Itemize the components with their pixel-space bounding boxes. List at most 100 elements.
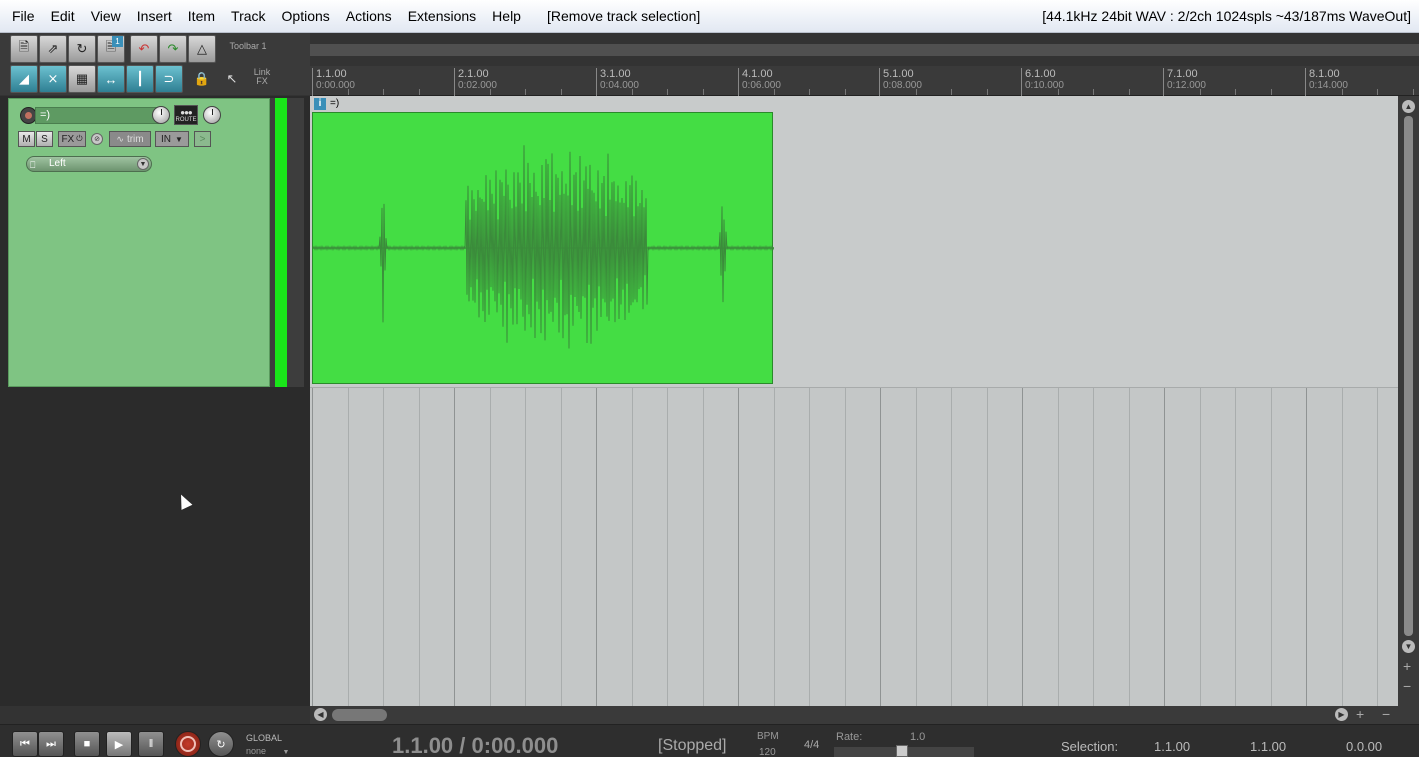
ruler-tick — [1341, 89, 1343, 95]
menu-item[interactable]: Item — [180, 0, 223, 33]
global-mode-value: none — [246, 746, 267, 756]
ruler-tick — [915, 89, 917, 95]
main-toolbar: 🗎 ⇗ ↻ 🗎 1 ↶ ↷ △ Toolbar 1 ◢ ⨯ ▦ ↔ ┃ ⊃ 🔒 … — [0, 33, 310, 95]
last-action-status: [Remove track selection] — [546, 8, 701, 24]
global-automation-mode[interactable]: none ▼ — [246, 746, 289, 756]
new-project-icon[interactable]: 🗎 — [10, 35, 38, 63]
ruler-tick — [702, 89, 704, 95]
fx-button[interactable]: FX ⏻ — [58, 131, 86, 147]
time-position-display[interactable]: 1.1.00 / 0:00.000 — [392, 733, 558, 757]
menu-extensions[interactable]: Extensions — [400, 0, 484, 33]
ruler-tick — [1199, 89, 1201, 95]
stop-icon[interactable]: ■ — [74, 731, 100, 757]
phase-icon[interactable]: ⊘ — [91, 133, 103, 145]
loop-points-icon[interactable]: ⊃ — [155, 65, 183, 93]
menu-track[interactable]: Track — [223, 0, 273, 33]
item-info-icon[interactable]: i — [314, 98, 326, 110]
play-icon[interactable]: ▶ — [106, 731, 132, 757]
ruler-tick — [383, 89, 384, 95]
input-label: IN — [161, 133, 172, 145]
scroll-left-icon[interactable]: ◀ — [314, 708, 327, 721]
horizontal-scroll-thumb[interactable] — [332, 709, 387, 721]
ruler-tick — [418, 89, 420, 95]
item-name: =) — [330, 98, 340, 109]
scroll-up-icon[interactable]: ▲ — [1402, 100, 1415, 113]
project-settings-icon[interactable]: 🗎 1 — [97, 35, 125, 63]
pan-knob[interactable] — [203, 106, 221, 124]
ruler-tick — [1057, 89, 1059, 95]
ruler-tick — [489, 89, 491, 95]
track-meter-strip — [290, 98, 304, 387]
waveform — [313, 145, 774, 349]
selection-end[interactable]: 1.1.00 — [1250, 739, 1286, 754]
ruler-tick — [773, 89, 775, 95]
undo-icon[interactable]: ↶ — [130, 35, 158, 63]
volume-knob[interactable] — [152, 106, 170, 124]
zoom-out-horizontal-icon[interactable]: − — [1382, 706, 1390, 722]
auto-crossfade-icon[interactable]: ↔ — [97, 65, 125, 93]
redo-icon[interactable]: ↷ — [159, 35, 187, 63]
menu-file[interactable]: File — [0, 0, 43, 33]
open-project-icon[interactable]: ⇗ — [39, 35, 67, 63]
bpm-value[interactable]: 120 — [759, 747, 776, 757]
zoom-out-vertical-icon[interactable]: − — [1403, 678, 1411, 694]
arrange-view[interactable]: i =) — [310, 96, 1398, 706]
timeline-scroll-bar[interactable] — [310, 44, 1419, 56]
vertical-scrollbar[interactable]: ▲ ▼ + − — [1398, 96, 1419, 706]
timeline-ruler[interactable]: 1.1.00 0:00.000 2.1.00 0:02.000 3.1.00 0:04… — [310, 66, 1419, 96]
menu-options[interactable]: Options — [274, 0, 338, 33]
global-automation-label[interactable]: GLOBAL — [246, 733, 282, 743]
input-button[interactable]: IN ▼ — [155, 131, 189, 147]
monitor-button[interactable]: > — [194, 131, 211, 147]
mute-button[interactable]: M — [18, 131, 35, 147]
ruler-tick — [560, 89, 562, 95]
selection-length[interactable]: 0.0.00 — [1346, 739, 1382, 754]
zoom-in-horizontal-icon[interactable]: + — [1356, 706, 1364, 722]
channel-select[interactable]: ⎕ Left ▼ — [26, 156, 152, 172]
ruler-tick — [986, 89, 988, 95]
track-panel[interactable]: =) ●●● ROUTE M S FX ⏻ ⊘ ∿ trim IN ▼ > ⎕ … — [8, 98, 270, 387]
time-signature[interactable]: 4/4 — [804, 739, 819, 751]
solo-button[interactable]: S — [36, 131, 53, 147]
fx-power-icon: ⏻ — [76, 134, 83, 143]
menu-actions[interactable]: Actions — [338, 0, 400, 33]
automation-trim-button[interactable]: ∿ trim — [109, 131, 151, 147]
menu-help[interactable]: Help — [484, 0, 529, 33]
zoom-in-vertical-icon[interactable]: + — [1403, 658, 1411, 674]
save-project-icon[interactable]: ↻ — [68, 35, 96, 63]
snap-grid-icon[interactable]: ◢ — [10, 65, 38, 93]
rate-slider[interactable] — [834, 745, 974, 757]
audio-device-info[interactable]: [44.1kHz 24bit WAV : 2/2ch 1024spls ~43/… — [1042, 0, 1411, 33]
trim-label: trim — [126, 133, 144, 145]
lock-icon[interactable]: 🔒 — [188, 65, 216, 93]
rate-value[interactable]: 1.0 — [910, 731, 925, 743]
go-to-end-icon[interactable]: ⏭ — [38, 731, 64, 757]
vertical-scroll-thumb[interactable] — [1404, 116, 1413, 636]
chevron-down-icon: ▼ — [282, 749, 290, 756]
media-item[interactable] — [312, 112, 774, 384]
scroll-down-icon[interactable]: ▼ — [1402, 640, 1415, 653]
rate-slider-thumb[interactable] — [896, 745, 908, 757]
channel-icon: ⎕ — [30, 160, 36, 170]
input-dropdown-icon: ▼ — [175, 134, 183, 144]
horizontal-scrollbar[interactable]: ◀ ▶ + − — [310, 706, 1419, 724]
menu-edit[interactable]: Edit — [43, 0, 83, 33]
rate-label: Rate: — [836, 731, 863, 743]
go-to-start-icon[interactable]: ⏮ — [12, 731, 38, 757]
track-name-field[interactable]: =) — [35, 107, 159, 124]
metronome-icon[interactable]: △ — [188, 35, 216, 63]
menu-insert[interactable]: Insert — [129, 0, 180, 33]
pause-icon[interactable]: ‖ — [138, 731, 164, 757]
selection-start[interactable]: 1.1.00 — [1154, 739, 1190, 754]
link-fx-label[interactable]: Link FX — [248, 68, 276, 86]
grouping-icon[interactable]: ▦ — [68, 65, 96, 93]
ripple-edit-icon[interactable]: ⨯ — [39, 65, 67, 93]
repeat-icon[interactable]: ↻ — [208, 731, 234, 757]
menu-view[interactable]: View — [83, 0, 129, 33]
grid-lines-icon[interactable]: ┃ — [126, 65, 154, 93]
route-button[interactable]: ●●● ROUTE — [174, 105, 198, 125]
scroll-right-icon[interactable]: ▶ — [1335, 708, 1348, 721]
media-item-header[interactable]: i =) — [312, 96, 773, 112]
record-icon[interactable] — [175, 731, 201, 757]
cursor-icon[interactable]: ↖ — [218, 65, 246, 93]
